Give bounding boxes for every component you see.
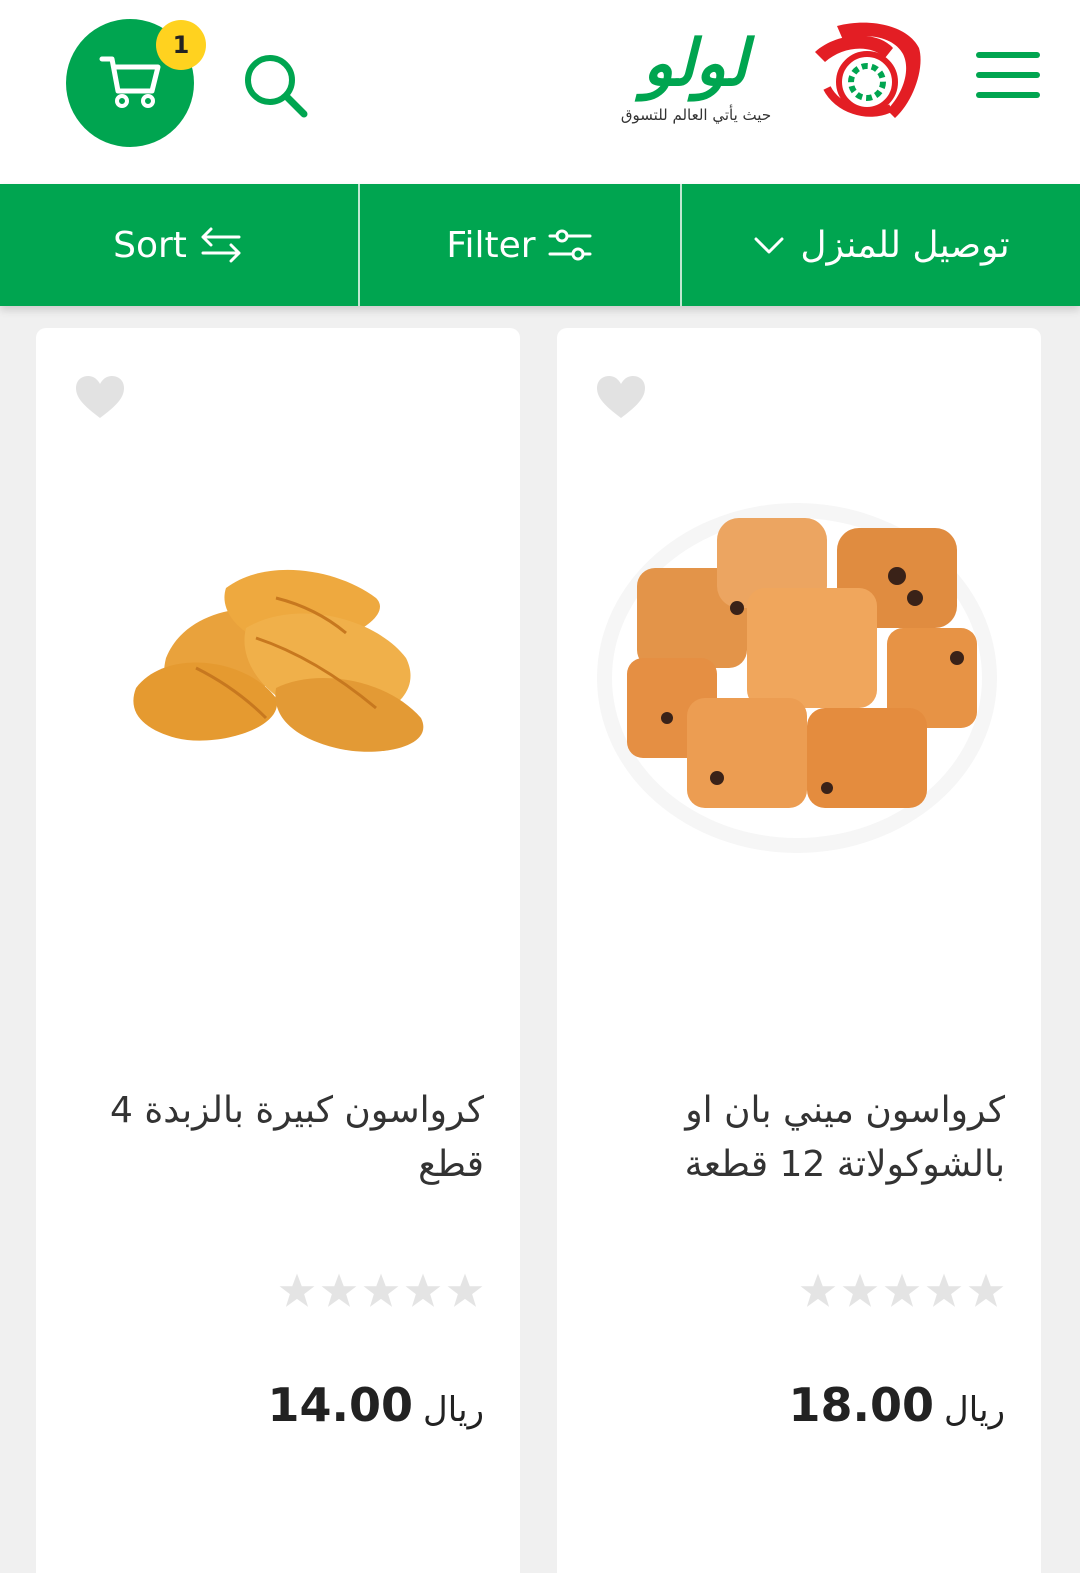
price-currency: ريال [423,1390,484,1430]
product-name[interactable]: كرواسون كبيرة بالزبدة 4 قطع [76,1084,484,1192]
top-header: 1 لولو حيث يأتي العالم للتسوق [0,0,1080,184]
price-amount: 18.00 [788,1378,935,1432]
product-card[interactable]: كرواسون ميني بان او بالشوكولاتة 12 قطعة … [557,328,1041,1573]
heart-icon[interactable] [595,374,647,422]
filter-label: Filter [446,224,536,266]
product-price: ريال14.00 [76,1378,484,1432]
product-price: ريال18.00 [597,1378,1005,1432]
shopping-cart-icon [99,56,161,108]
star-icon [800,1273,836,1307]
product-name[interactable]: كرواسون ميني بان او بالشوكولاتة 12 قطعة [597,1084,1005,1192]
price-currency: ريال [944,1390,1005,1430]
menu-button[interactable] [976,50,1040,102]
product-image[interactable] [597,458,1001,858]
star-icon [279,1273,315,1307]
star-icon [405,1273,441,1307]
star-icon [926,1273,962,1307]
swap-arrows-icon [201,227,241,263]
star-icon [321,1273,357,1307]
heart-icon[interactable] [74,374,126,422]
logo-tagline: حيث يأتي العالم للتسوق [620,106,772,124]
sort-button[interactable]: Sort [0,184,358,306]
star-icon [968,1273,1004,1307]
chevron-down-icon [754,237,784,254]
logo-emblem-icon [815,22,921,118]
price-amount: 14.00 [267,1378,414,1432]
product-rating [274,1272,484,1316]
cart-count-badge: 1 [156,20,206,70]
filter-button[interactable]: Filter [360,184,680,306]
product-card[interactable]: كرواسون كبيرة بالزبدة 4 قطع ريال14.00 [36,328,520,1573]
product-image[interactable] [76,458,480,858]
star-icon [363,1273,399,1307]
sliders-icon [548,229,592,261]
star-icon [842,1273,878,1307]
hamburger-menu-icon [976,52,1040,58]
product-rating [795,1272,1005,1316]
logo-wordmark: لولو [642,27,748,101]
delivery-mode-dropdown[interactable]: توصيل للمنزل [682,184,1080,306]
sort-label: Sort [113,224,187,266]
star-icon [884,1273,920,1307]
sort-filter-toolbar: Sort Filter توصيل للمنزل [0,184,1080,306]
delivery-mode-label: توصيل للمنزل [800,224,1010,266]
star-icon [447,1273,483,1307]
search-button[interactable] [240,50,312,122]
search-icon [245,55,308,118]
lulu-logo[interactable]: لولو حيث يأتي العالم للتسوق [585,18,925,133]
